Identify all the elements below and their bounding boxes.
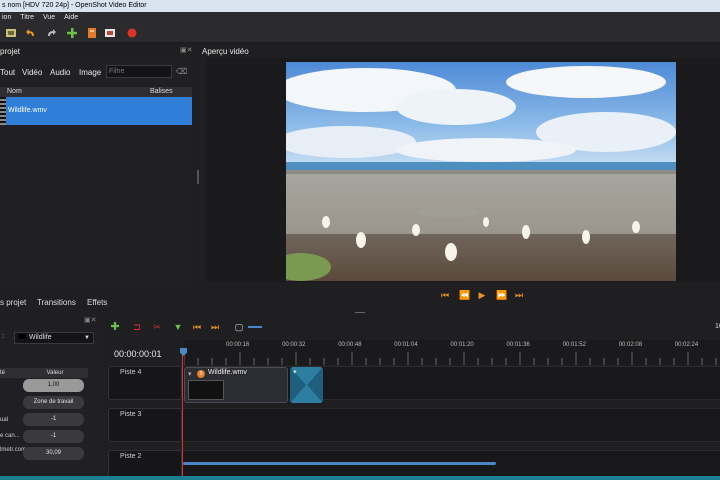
export-icon[interactable] [104,27,116,39]
video-frame [286,62,676,281]
track-label: Piste 2 [120,453,142,460]
list-item[interactable]: Wildlife.wmv [0,97,192,125]
profile-icon[interactable] [86,27,98,39]
menu-item-file[interactable]: ion [2,12,11,23]
ruler-tick-label: 00:02:08 [618,342,643,348]
tab-project-files[interactable]: s projet [0,298,26,307]
clear-filter-icon[interactable]: ⌫ [176,67,187,76]
tab-all[interactable]: Tout [0,68,15,77]
clip-selector[interactable]: Wildlife ▼ [14,332,94,344]
next-marker-icon[interactable]: ⏭ [210,322,220,332]
ruler-tick-label: 00:00:48 [338,342,362,348]
window-titlebar: s nom [HDV 720 24p] - OpenShot Video Edi… [0,0,720,12]
tab-effects[interactable]: Effets [87,298,107,307]
clip-badge: S [197,370,205,378]
ruler-tick-label: 00:01:20 [450,342,474,348]
ruler-tick-label: 00:01:36 [506,342,530,348]
property-value-2[interactable]: Zone de travail [23,396,84,409]
project-panel-title: projet [0,47,21,56]
clip-thumbnail [188,380,224,400]
splitter-handle-horizontal[interactable] [355,312,365,313]
previous-marker-icon[interactable]: ⏮ [192,322,202,332]
track-lane[interactable] [183,408,720,442]
splitter-handle[interactable] [197,170,199,184]
timeline-scrollbar[interactable] [183,462,496,465]
taskbar-strip [0,476,720,480]
ruler-tick-label: 00:00:16 [226,342,250,348]
zoom-label: 16 [715,323,720,330]
zoom-out-icon[interactable]: ▢ [234,322,244,332]
panel-float-icon-2[interactable]: ▣✕ [84,316,96,324]
menu-item-view[interactable]: Vue [43,12,55,23]
property-value-5[interactable]: 30,09 [23,447,84,460]
timecode-display: 00:00:00:01 [114,349,162,359]
property-value-4[interactable]: -1 [23,430,84,443]
preview-panel-title: Aperçu vidéo [202,47,249,56]
zoom-slider[interactable] [248,326,262,328]
clip-selector-label: : [2,333,4,340]
column-tags[interactable]: Balises [150,87,173,97]
play-icon[interactable]: ▶ [477,290,487,300]
timeline-clip[interactable]: ▾ S Wildlife.wmv [184,367,288,403]
track-label: Piste 3 [120,411,142,418]
add-track-icon[interactable]: ✚ [110,322,120,333]
main-toolbar [0,23,720,43]
undo-icon[interactable] [25,27,37,39]
panel-float-icon[interactable]: ▣✕ [180,46,192,54]
razor-icon[interactable]: ✂ [152,322,162,332]
property-label-4: e can... [0,433,20,439]
chevron-down-icon: ▼ [84,335,90,341]
tab-transitions[interactable]: Transitions [37,298,76,307]
record-icon[interactable] [126,27,138,39]
transition-clip[interactable]: ▾ [290,367,323,403]
ruler-tick-label: 00:01:04 [394,342,418,348]
tab-image[interactable]: Image [79,68,101,77]
fast-forward-icon[interactable]: ⏩ [496,290,507,300]
add-marker-icon[interactable]: ▼ [173,322,183,332]
window-title: s nom [HDV 720 24p] - OpenShot Video Edi… [2,2,147,9]
tab-video[interactable]: Vidéo [22,68,42,77]
import-icon[interactable] [66,27,78,39]
ruler-tick-label: 00:01:52 [562,342,586,348]
clip-name: Wildlife.wmv [208,369,247,376]
track-label: Piste 4 [120,369,142,376]
filter-input[interactable]: Filtre [106,65,172,78]
jump-end-icon[interactable]: ⏭ [514,290,524,300]
property-value-3[interactable]: -1 [23,413,84,426]
playhead[interactable] [182,348,183,480]
value-column-header[interactable]: Valeur [22,368,88,378]
files-list-header: Nom Balises [0,87,192,97]
redo-icon[interactable] [45,27,57,39]
clip-color-icon [19,334,26,339]
ruler-tick-label: 00:02:24 [674,342,699,348]
film-icon[interactable] [5,27,17,39]
clip-selector-value: Wildlife [29,334,52,341]
property-label-3: ual [0,417,9,423]
menu-item-title[interactable]: Titre [20,12,34,23]
file-name: Wildlife.wmv [8,107,47,114]
snap-icon[interactable]: ⊐ [132,322,142,332]
menu-bar: ion Titre Vue Aide [0,12,720,23]
rewind-icon[interactable]: ⏪ [459,290,470,300]
column-name[interactable]: Nom [7,87,22,97]
transition-menu-icon[interactable]: ▾ [293,368,297,376]
clip-menu-icon[interactable]: ▾ [188,370,192,378]
menu-item-help[interactable]: Aide [64,12,78,23]
tab-audio[interactable]: Audio [50,68,70,77]
jump-start-icon[interactable]: ⏮ [440,290,450,300]
ruler-tick-label: 00:00:32 [282,342,306,348]
film-strip-icon [0,97,6,125]
property-value-1[interactable]: 1,00 [23,379,84,392]
property-column-header[interactable]: té [0,368,22,378]
